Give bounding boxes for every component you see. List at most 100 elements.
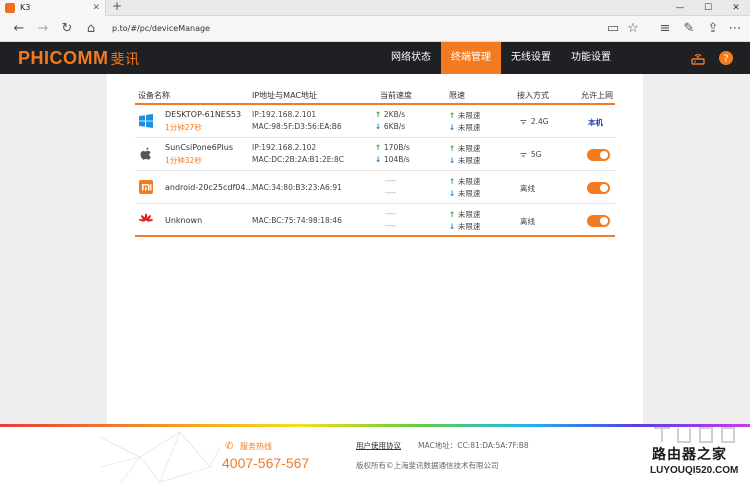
limit-down[interactable]: ↓ 未限速 [449, 221, 480, 232]
limit-up-value: 未限速 [457, 144, 481, 153]
logo-cn-text: 斐讯 [110, 52, 140, 68]
arrow-down-icon: ↓ [449, 156, 458, 165]
limit-up-value: 未限速 [457, 111, 481, 120]
browser-titlebar: K3 ✕ + — ☐ ✕ [0, 0, 750, 16]
forward-arrow-icon[interactable]: → [34, 20, 52, 38]
limit-up[interactable]: ↑ 未限速 [449, 176, 480, 187]
arrow-up-icon: ↑ [375, 110, 384, 119]
access-type: 离线 [520, 217, 535, 226]
help-icon[interactable]: ? [718, 50, 734, 66]
access-type: ᯤ 5G [520, 150, 541, 160]
tab-title: K3 [20, 3, 31, 12]
limit-down[interactable]: ↓ 未限速 [449, 122, 480, 133]
hotline-number: 4007-567-567 [222, 455, 310, 471]
mac-address: MAC:34:80:B3:23:A6:91 [252, 183, 342, 192]
limit-down-value: 未限速 [457, 123, 481, 132]
more-icon[interactable]: ⋯ [726, 20, 744, 38]
upload-value: 170B/s [383, 143, 410, 152]
limit-up[interactable]: ↑ 未限速 [449, 143, 480, 154]
refresh-icon[interactable]: ↻ [58, 20, 76, 38]
browser-navbar: ← → ↻ ⌂ p.to/#/pc/deviceManage ▭ ☆ ≡ ✎ ⇪… [0, 16, 750, 42]
new-tab-icon[interactable]: + [112, 0, 122, 13]
tab-close-icon[interactable]: ✕ [92, 0, 100, 16]
limit-up-value: 未限速 [457, 210, 481, 219]
ip-address: IP:192.168.2.101 [252, 110, 317, 119]
access-type: 离线 [520, 184, 535, 193]
arrow-up-icon: ↑ [375, 143, 384, 152]
address-bar[interactable]: p.to/#/pc/deviceManage [108, 19, 593, 39]
table-row: android-20c25cdf04... MAC:34:80:B3:23:A6… [135, 171, 615, 204]
back-arrow-icon[interactable]: ← [10, 20, 28, 38]
share-icon[interactable]: ⇪ [704, 20, 722, 38]
arrow-down-icon: ↓ [375, 122, 384, 131]
menu-device-manage[interactable]: 终端管理 [441, 42, 501, 74]
col-speed: 当前速度 [380, 91, 412, 100]
col-ip-mac: IP地址与MAC地址 [252, 91, 318, 100]
online-time: 1分钟32秒 [165, 156, 202, 165]
router-mac-address: MAC地址：CC:81:DA:5A:7F:B8 [418, 441, 529, 450]
limit-up[interactable]: ↑ 未限速 [449, 209, 480, 220]
favicon-icon [5, 3, 15, 13]
arrow-up-icon: ↑ [449, 144, 458, 153]
download-speed: ↓ 6KB/s [375, 122, 405, 131]
hub-icon[interactable]: ≡ [656, 20, 674, 38]
device-manage-panel: 设备名称 IP地址与MAC地址 当前速度 限速 接入方式 允许上网 DESKTO… [107, 74, 643, 426]
router-icon[interactable] [690, 50, 706, 66]
upload-speed: ---- [385, 209, 396, 218]
access-type: ᯤ 2.4G [520, 117, 549, 127]
table-row: Unknown MAC:BC:75:74:98:18:46 ---- ---- … [135, 204, 615, 237]
allow-internet-toggle[interactable] [587, 182, 610, 194]
minimize-button[interactable]: — [666, 0, 694, 16]
mac-address: MAC:98:5F:D3:56:EA:B6 [252, 122, 342, 131]
windows-icon [139, 114, 153, 128]
svg-text:?: ? [723, 54, 728, 65]
wifi-icon: ᯤ [520, 150, 527, 159]
ip-address: IP:192.168.2.102 [252, 143, 317, 152]
arrow-down-icon: ↓ [449, 123, 458, 132]
copyright-text: 版权所有©上海斐讯数据通信技术有限公司 [356, 461, 499, 470]
allow-internet-toggle[interactable] [587, 149, 610, 161]
watermark-title: 路由器之家 [652, 447, 727, 463]
mac-address: MAC:DC:2B:2A:B1:2E:8C [252, 155, 345, 164]
logo-text: PHICOMM [18, 48, 109, 68]
limit-down[interactable]: ↓ 未限速 [449, 188, 480, 199]
arrow-up-icon: ↑ [449, 111, 458, 120]
menu-wireless-settings[interactable]: 无线设置 [501, 42, 561, 74]
xiaomi-icon [139, 180, 153, 194]
huawei-icon [139, 213, 153, 222]
maximize-button[interactable]: ☐ [694, 0, 722, 16]
col-access: 接入方式 [517, 91, 549, 100]
device-table: 设备名称 IP地址与MAC地址 当前速度 限速 接入方式 允许上网 DESKTO… [135, 87, 615, 237]
arrow-down-icon: ↓ [449, 222, 458, 231]
device-name: DESKTOP-61NES53 [165, 110, 242, 119]
limit-up[interactable]: ↑ 未限速 [449, 110, 480, 121]
table-row: SunCsiPone6Plus 1分钟32秒 IP:192.168.2.102 … [135, 138, 615, 171]
upload-speed: ↑ 170B/s [375, 143, 410, 152]
limit-down[interactable]: ↓ 未限速 [449, 155, 480, 166]
upload-speed: ↑ 2KB/s [375, 110, 405, 119]
reading-view-icon[interactable]: ▭ [604, 20, 622, 38]
upload-value: 2KB/s [383, 110, 406, 119]
pen-icon[interactable]: ✎ [680, 20, 698, 38]
favorite-star-icon[interactable]: ☆ [624, 20, 642, 38]
close-window-button[interactable]: ✕ [722, 0, 750, 16]
table-row: DESKTOP-61NES53 1分钟27秒 IP:192.168.2.101 … [135, 105, 615, 138]
col-allow: 允许上网 [581, 91, 613, 100]
user-agreement-link[interactable]: 用户使用协议 [356, 440, 401, 451]
browser-tab[interactable]: K3 ✕ [0, 0, 106, 16]
limit-down-value: 未限速 [457, 189, 481, 198]
limit-up-value: 未限速 [457, 177, 481, 186]
arrow-down-icon: ↓ [375, 155, 384, 164]
col-device-name: 设备名称 [138, 91, 170, 100]
limit-down-value: 未限速 [457, 156, 481, 165]
home-icon[interactable]: ⌂ [82, 20, 100, 38]
menu-network-status[interactable]: 网络状态 [381, 42, 441, 74]
menu-function-settings[interactable]: 功能设置 [561, 42, 621, 74]
download-value: 6KB/s [383, 122, 406, 131]
device-name: android-20c25cdf04... [165, 183, 254, 192]
window-controls: — ☐ ✕ [666, 0, 750, 16]
phone-icon: ✆ [225, 441, 234, 452]
site-footer: ✆ 服务热线 4007-567-567 用户使用协议 MAC地址：CC:81:D… [0, 427, 750, 484]
allow-internet-toggle[interactable] [587, 215, 610, 227]
access-value: 2.4G [530, 117, 549, 126]
